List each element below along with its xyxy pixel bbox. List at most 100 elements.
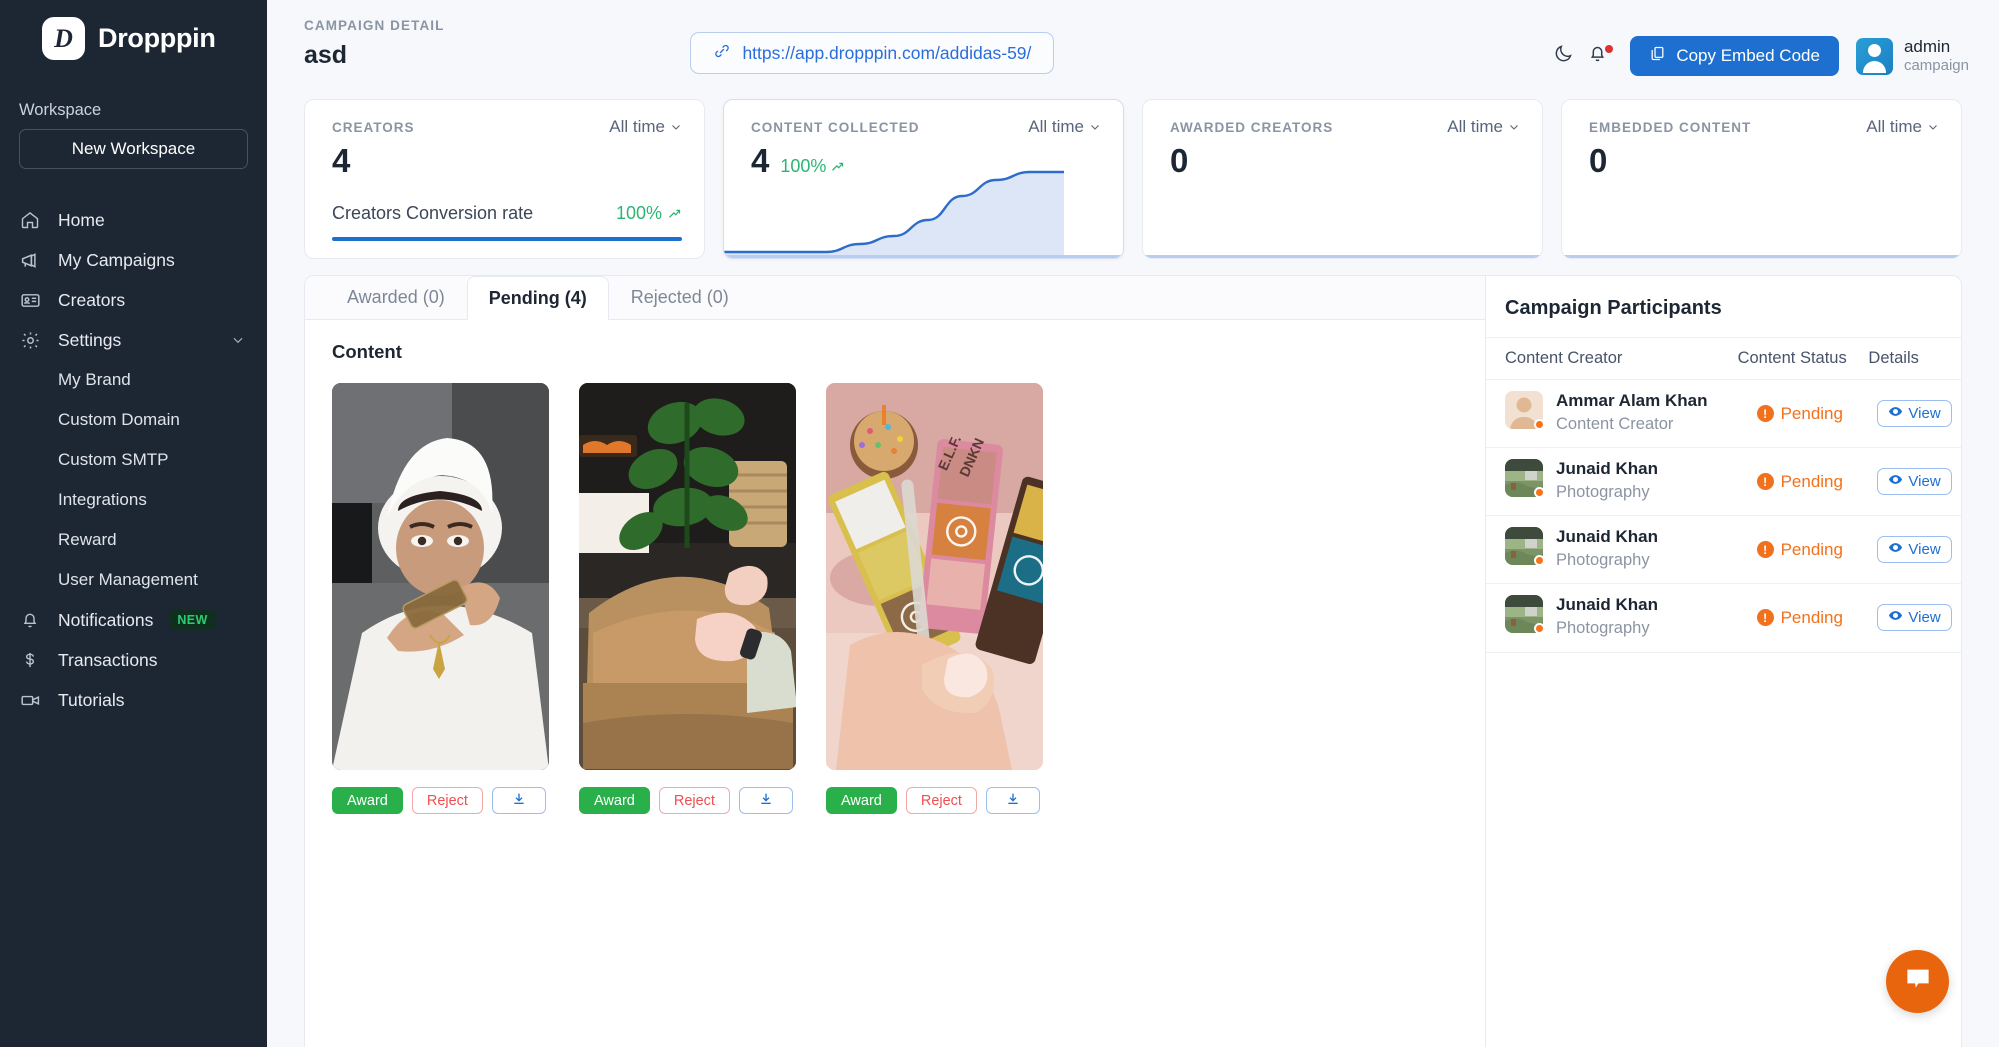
reject-button[interactable]: Reject	[906, 787, 977, 814]
content-thumbnail[interactable]: E.L.F. DNKN	[826, 383, 1043, 770]
brand-logo[interactable]: D Dropppin	[0, 0, 267, 60]
participants-title: Campaign Participants	[1486, 276, 1961, 337]
sidebar-item-notifications[interactable]: Notifications NEW	[0, 600, 267, 640]
topbar-actions: Copy Embed Code admin campaign	[1546, 36, 1969, 76]
stat-range-selector[interactable]: All time	[609, 117, 682, 137]
view-label: View	[1908, 473, 1940, 490]
chevron-down-icon	[231, 333, 245, 347]
status-badge: ! Pending	[1749, 472, 1859, 492]
content-tabs: Awarded (0) Pending (4) Rejected (0)	[305, 276, 1485, 320]
topbar: CAMPAIGN DETAIL asd https://app.dropppin…	[267, 0, 1999, 86]
sidebar-item-user-management[interactable]: User Management	[0, 560, 267, 600]
creator-role: Photography	[1556, 549, 1658, 572]
sidebar-item-my-brand[interactable]: My Brand	[0, 360, 267, 400]
sidebar-item-my-campaigns[interactable]: My Campaigns	[0, 240, 267, 280]
stat-range-label: All time	[609, 117, 665, 137]
copy-embed-code-label: Copy Embed Code	[1676, 46, 1820, 66]
tab-pending[interactable]: Pending (4)	[467, 276, 609, 320]
sidebar-item-creators[interactable]: Creators	[0, 280, 267, 320]
content-collected-sparkline	[724, 166, 1064, 258]
app-root: D Dropppin Workspace New Workspace Home …	[0, 0, 1999, 1047]
makeup-palettes-image: E.L.F. DNKN	[826, 383, 1043, 770]
sidebar-item-integrations[interactable]: Integrations	[0, 480, 267, 520]
copy-embed-code-button[interactable]: Copy Embed Code	[1630, 36, 1839, 76]
logo-mark: D	[42, 17, 85, 60]
stat-range-selector[interactable]: All time	[1028, 117, 1101, 137]
stat-range-selector[interactable]: All time	[1866, 117, 1939, 137]
stat-range-label: All time	[1866, 117, 1922, 137]
download-button[interactable]	[986, 787, 1040, 814]
reject-button[interactable]: Reject	[659, 787, 730, 814]
creator-role: Photography	[1556, 617, 1658, 640]
conversion-label: Creators Conversion rate	[332, 203, 533, 224]
award-button[interactable]: Award	[579, 787, 650, 814]
eye-icon	[1888, 472, 1903, 491]
stat-card-creators: CREATORS All time 4 Creators Conversion …	[304, 99, 705, 259]
sidebar-subitem-label: User Management	[58, 570, 198, 590]
award-button[interactable]: Award	[826, 787, 897, 814]
chevron-down-icon	[1927, 121, 1939, 133]
content-card-actions: Award Reject	[826, 787, 1043, 814]
stat-range-selector[interactable]: All time	[1447, 117, 1520, 137]
campaign-url-pill[interactable]: https://app.dropppin.com/addidas-59/	[690, 32, 1054, 74]
participants-table: Content Creator Content Status Details	[1486, 337, 1961, 653]
chat-bubble-icon	[1903, 964, 1933, 999]
award-button[interactable]: Award	[332, 787, 403, 814]
view-button[interactable]: View	[1877, 604, 1951, 631]
status-badge: ! Pending	[1749, 404, 1859, 424]
user-menu[interactable]: admin campaign	[1856, 36, 1969, 76]
reject-button[interactable]: Reject	[412, 787, 483, 814]
dark-mode-toggle[interactable]	[1546, 39, 1580, 73]
content-thumbnail[interactable]	[579, 383, 796, 770]
sidebar-item-label: Creators	[58, 290, 125, 311]
conversion-value-group: 100%	[616, 203, 682, 224]
view-button[interactable]: View	[1877, 400, 1951, 427]
notification-dot	[1605, 45, 1613, 53]
content-cards-row: Award Reject	[305, 363, 1485, 814]
chevron-down-icon	[670, 121, 682, 133]
view-label: View	[1908, 405, 1940, 422]
card-accent-underline	[1562, 255, 1961, 258]
status-text: Pending	[1781, 404, 1843, 424]
creator-name: Junaid Khan	[1556, 459, 1658, 479]
brand-name: Dropppin	[98, 23, 216, 54]
table-row: Junaid Khan Photography ! Pending	[1486, 448, 1961, 516]
sidebar-item-tutorials[interactable]: Tutorials	[0, 680, 267, 720]
conversion-progress-bar	[332, 237, 682, 241]
creator-name: Junaid Khan	[1556, 527, 1658, 547]
view-button[interactable]: View	[1877, 468, 1951, 495]
content-thumbnail[interactable]	[332, 383, 549, 770]
content-card-actions: Award Reject	[332, 787, 549, 814]
view-button[interactable]: View	[1877, 536, 1951, 563]
content-card-actions: Award Reject	[579, 787, 796, 814]
sidebar-item-custom-domain[interactable]: Custom Domain	[0, 400, 267, 440]
download-icon	[511, 791, 527, 810]
status-dot	[1534, 487, 1545, 498]
sidebar-item-custom-smtp[interactable]: Custom SMTP	[0, 440, 267, 480]
new-workspace-button[interactable]: New Workspace	[19, 129, 248, 169]
eye-icon	[1888, 540, 1903, 559]
stat-value: 4	[332, 142, 682, 180]
stat-range-label: All time	[1447, 117, 1503, 137]
download-button[interactable]	[739, 787, 793, 814]
sidebar: D Dropppin Workspace New Workspace Home …	[0, 0, 267, 1047]
sidebar-item-settings[interactable]: Settings	[0, 320, 267, 360]
chat-support-button[interactable]	[1886, 950, 1949, 1013]
chevron-down-icon	[1508, 121, 1520, 133]
tab-rejected[interactable]: Rejected (0)	[609, 275, 751, 319]
creator-name: Ammar Alam Khan	[1556, 391, 1707, 411]
column-header-content-creator: Content Creator	[1486, 338, 1730, 380]
page-heading: CAMPAIGN DETAIL asd	[304, 18, 445, 70]
conversion-value: 100%	[616, 203, 662, 224]
tab-awarded[interactable]: Awarded (0)	[325, 275, 467, 319]
avatar	[1856, 38, 1893, 75]
download-button[interactable]	[492, 787, 546, 814]
notifications-new-badge: NEW	[170, 610, 214, 630]
sidebar-item-transactions[interactable]: Transactions	[0, 640, 267, 680]
sidebar-item-home[interactable]: Home	[0, 200, 267, 240]
id-card-icon	[19, 289, 41, 311]
sidebar-item-reward[interactable]: Reward	[0, 520, 267, 560]
notifications-button[interactable]	[1580, 39, 1614, 73]
link-icon	[713, 42, 731, 65]
content-card: Award Reject	[579, 383, 796, 814]
